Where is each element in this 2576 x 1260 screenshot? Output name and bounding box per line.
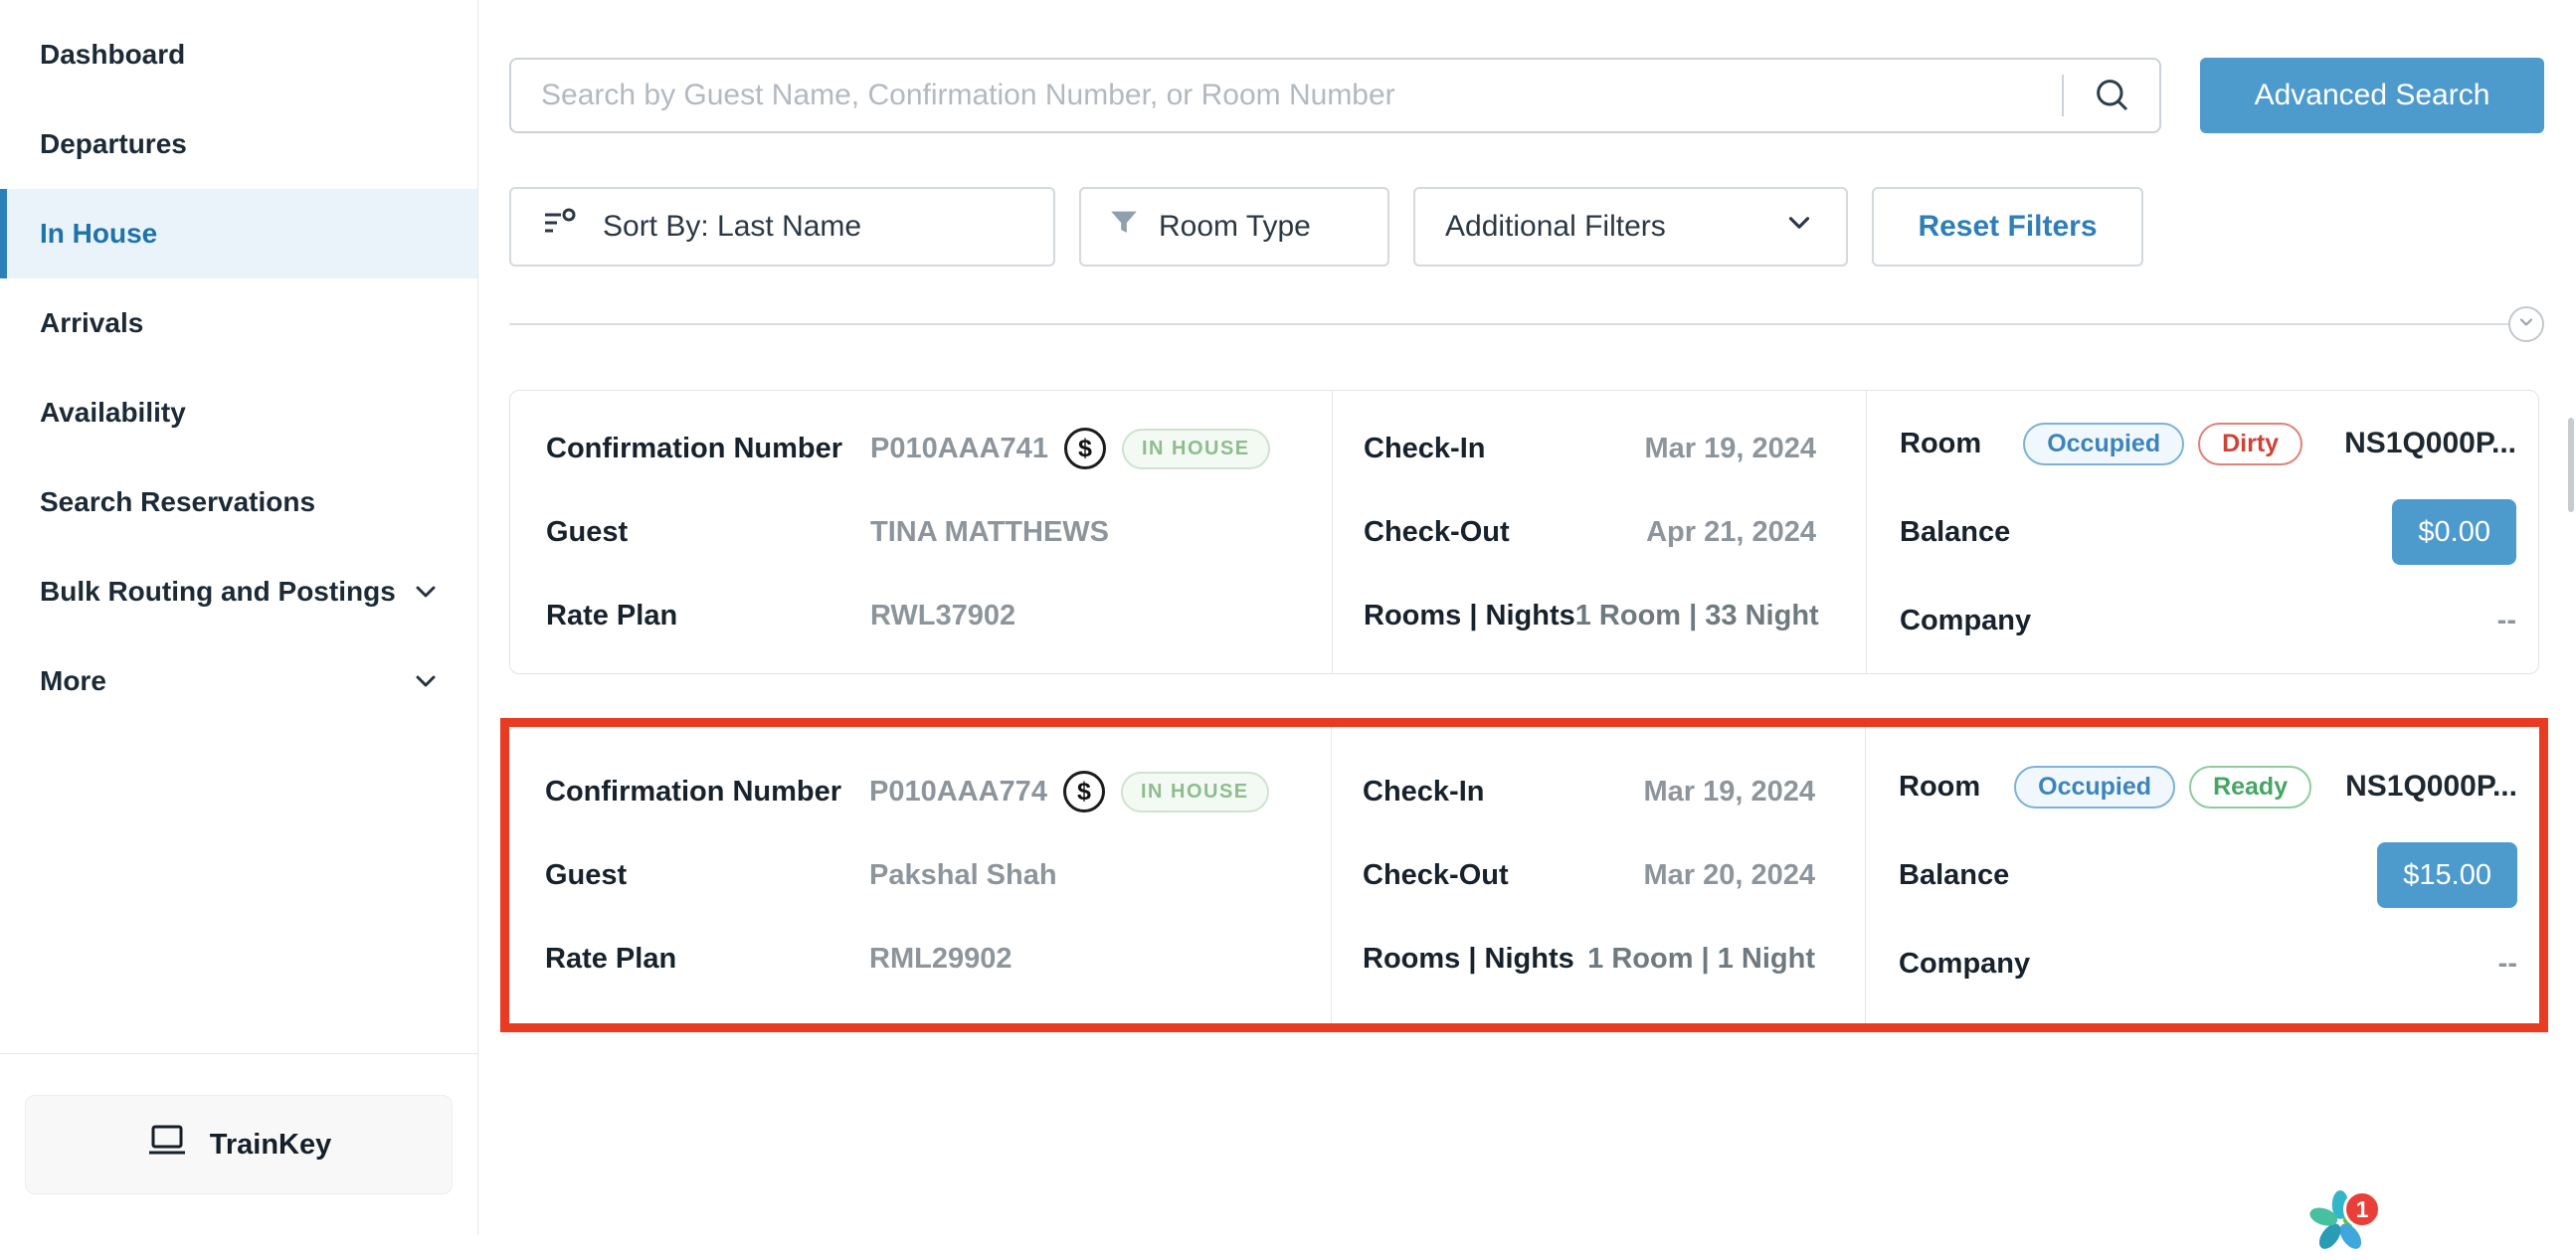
card-room-column: Room Occupied Ready NS1Q000P... Balance … [1865,727,2539,1023]
content-divider [509,323,2539,325]
check-in-label: Check-In [1364,433,1485,465]
funnel-icon [1107,206,1141,248]
rate-plan-label: Rate Plan [546,600,870,632]
trainkey-label: TrainKey [210,1129,332,1162]
confirmation-label: Confirmation Number [546,433,870,465]
company-label: Company [1900,605,2031,637]
sidebar-footer: TrainKey [0,1053,477,1235]
check-out-value: Apr 21, 2024 [1646,516,1816,549]
chevron-down-icon [1782,206,1816,248]
company-label: Company [1899,948,2030,981]
rate-plan-value: RWL37902 [870,600,1015,632]
room-status-pill-occupied: Occupied [2023,423,2184,465]
sidebar-item-arrivals[interactable]: Arrivals [0,278,477,368]
room-status-pill-occupied: Occupied [2014,766,2175,809]
trainkey-button[interactable]: TrainKey [25,1095,453,1194]
laptop-icon [146,1123,188,1167]
balance-button[interactable]: $0.00 [2392,499,2516,565]
rate-plan-label: Rate Plan [545,943,869,976]
company-value: -- [2497,605,2516,637]
room-status-pill-ready: Ready [2189,766,2311,809]
dollar-icon[interactable]: $ [1063,771,1105,812]
collapse-chevron-button[interactable] [2508,306,2544,342]
sidebar-item-label: In House [40,218,157,250]
rooms-nights-value: 1 Room | 33 Night [1575,600,1819,632]
reservation-card[interactable]: Confirmation Number P010AAA774 $ IN HOUS… [509,727,2539,1023]
rooms-nights-label: Rooms | Nights [1363,943,1574,976]
advanced-search-button[interactable]: Advanced Search [2200,58,2544,133]
reset-filters-button[interactable]: Reset Filters [1872,187,2143,267]
sort-by-label: Sort By: Last Name [603,210,861,244]
sort-by-button[interactable]: Sort By: Last Name [509,187,1055,267]
guest-value: Pakshal Shah [869,859,1057,892]
room-type-label: Room Type [1159,210,1311,244]
sidebar-item-availability[interactable]: Availability [0,368,477,457]
confirmation-label: Confirmation Number [545,776,869,809]
search-button[interactable] [2064,60,2159,131]
chat-flower-icon [2307,1242,2373,1259]
rooms-nights-value: 1 Room | 1 Night [1587,943,1815,976]
card-guest-column: Confirmation Number P010AAA774 $ IN HOUS… [509,727,1331,1023]
sidebar-item-label: Search Reservations [40,486,315,518]
rate-plan-value: RML29902 [869,943,1012,976]
rooms-nights-label: Rooms | Nights [1364,600,1575,632]
search-icon [2092,75,2131,117]
chevron-down-icon [410,665,442,697]
company-value: -- [2498,948,2517,981]
additional-filters-label: Additional Filters [1445,210,1666,244]
search-bar [509,58,2161,133]
check-out-label: Check-Out [1364,516,1510,549]
room-label: Room [1899,771,1980,804]
sort-icon [541,204,579,250]
confirmation-value: P010AAA774 [869,776,1047,809]
card-dates-column: Check-In Mar 19, 2024 Check-Out Apr 21, … [1332,391,1866,673]
check-in-label: Check-In [1363,776,1484,809]
guest-value: TINA MATTHEWS [870,516,1109,549]
sidebar-item-label: Availability [40,397,186,429]
chevron-down-icon [410,576,442,608]
reservation-card[interactable]: Confirmation Number P010AAA741 $ IN HOUS… [509,390,2539,674]
room-number: NS1Q000P... [2345,770,2517,804]
room-status-pill-dirty: Dirty [2198,423,2302,465]
additional-filters-button[interactable]: Additional Filters [1413,187,1848,267]
sidebar: Dashboard Departures In House Arrivals A… [0,0,478,1235]
check-out-label: Check-Out [1363,859,1509,892]
confirmation-value: P010AAA741 [870,433,1048,465]
balance-label: Balance [1900,516,2010,549]
sidebar-item-bulk-routing[interactable]: Bulk Routing and Postings [0,547,477,636]
balance-label: Balance [1899,859,2009,892]
scrollbar-thumb[interactable] [2568,418,2574,512]
room-label: Room [1900,428,1981,460]
sidebar-item-in-house[interactable]: In House [0,189,477,278]
sidebar-nav: Dashboard Departures In House Arrivals A… [0,0,477,726]
sidebar-item-search-reservations[interactable]: Search Reservations [0,457,477,547]
dollar-icon[interactable]: $ [1064,428,1106,469]
notification-badge: 1 [2343,1190,2381,1228]
card-guest-column: Confirmation Number P010AAA741 $ IN HOUS… [510,391,1332,673]
guest-label: Guest [546,516,870,549]
card-room-column: Room Occupied Dirty NS1Q000P... Balance … [1866,391,2538,673]
sidebar-item-label: Dashboard [40,39,185,71]
in-house-badge: IN HOUSE [1122,429,1270,469]
highlighted-card-outline: Confirmation Number P010AAA774 $ IN HOUS… [500,718,2548,1032]
check-out-value: Mar 20, 2024 [1643,859,1815,892]
room-number: NS1Q000P... [2344,427,2516,460]
sidebar-item-departures[interactable]: Departures [0,99,477,189]
chevron-down-icon [2516,312,2536,337]
sidebar-item-label: Bulk Routing and Postings [40,576,396,608]
search-input[interactable] [511,60,2062,131]
room-type-button[interactable]: Room Type [1079,187,1389,267]
sidebar-item-more[interactable]: More [0,636,477,726]
in-house-badge: IN HOUSE [1121,772,1269,812]
card-dates-column: Check-In Mar 19, 2024 Check-Out Mar 20, … [1331,727,1865,1023]
sidebar-item-dashboard[interactable]: Dashboard [0,10,477,99]
check-in-value: Mar 19, 2024 [1643,776,1815,809]
sidebar-item-label: Arrivals [40,307,143,339]
balance-button[interactable]: $15.00 [2377,842,2517,908]
sidebar-item-label: More [40,665,106,697]
guest-label: Guest [545,859,869,892]
check-in-value: Mar 19, 2024 [1644,433,1816,465]
sidebar-item-label: Departures [40,128,187,160]
